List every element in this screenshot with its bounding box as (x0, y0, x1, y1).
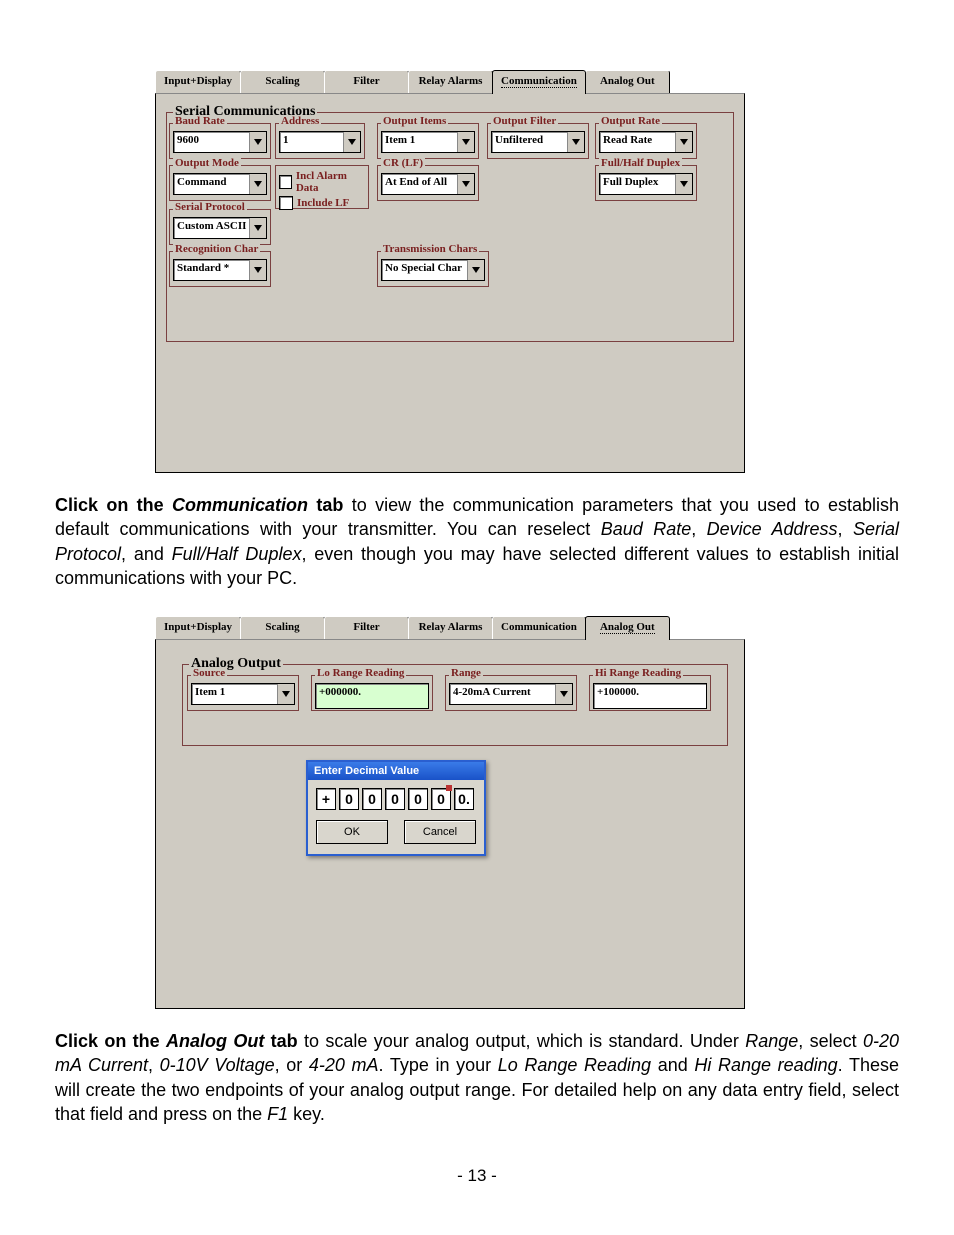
chevron-down-icon (249, 260, 266, 280)
include-lf-label: Include LF (297, 197, 349, 209)
checkbox-icon (279, 196, 293, 210)
baud-rate-select[interactable]: 9600 (173, 131, 267, 153)
panel-analog-output: Analog Output Source Item 1 Lo Range Rea… (155, 639, 745, 1009)
chevron-down-icon (457, 174, 474, 194)
chevron-down-icon (567, 132, 584, 152)
source-label: Source (191, 667, 227, 679)
digit-2[interactable]: 0 (362, 788, 382, 810)
source-select[interactable]: Item 1 (191, 683, 295, 705)
hi-range-input[interactable]: +100000. (593, 683, 707, 709)
output-rate-select[interactable]: Read Rate (599, 131, 693, 153)
output-items-label: Output Items (381, 115, 448, 127)
digit-6[interactable]: 0. (454, 788, 474, 810)
digit-row: + 0 0 0 0 0 0. (316, 788, 476, 810)
serial-protocol-label: Serial Protocol (173, 201, 247, 213)
output-filter-select[interactable]: Unfiltered (491, 131, 585, 153)
recognition-char-value: Standard * (174, 260, 249, 280)
output-rate-value: Read Rate (600, 132, 675, 152)
recognition-char-label: Recognition Char (173, 243, 260, 255)
checkbox-icon (279, 175, 292, 189)
output-rate-label: Output Rate (599, 115, 662, 127)
output-items-value: Item 1 (382, 132, 457, 152)
crlf-select[interactable]: At End of All (381, 173, 475, 195)
chevron-down-icon (249, 132, 266, 152)
tab-scaling[interactable]: Scaling (240, 70, 325, 94)
digit-4[interactable]: 0 (408, 788, 428, 810)
tab-filter[interactable]: Filter (324, 70, 409, 94)
chevron-down-icon (277, 684, 294, 704)
output-mode-label: Output Mode (173, 157, 241, 169)
incl-alarm-data-checkbox[interactable]: Incl Alarm Data (279, 170, 365, 194)
enter-decimal-dialog: Enter Decimal Value + 0 0 0 0 0 0. OK Ca… (306, 760, 486, 856)
digit-sign[interactable]: + (316, 788, 336, 810)
baud-rate-value: 9600 (174, 132, 249, 152)
transmission-chars-label: Transmission Chars (381, 243, 479, 255)
chevron-down-icon (675, 174, 692, 194)
tab-analog-out[interactable]: Analog Out (585, 616, 670, 640)
tab-relay-alarms[interactable]: Relay Alarms (408, 616, 493, 640)
tab-analog-out[interactable]: Analog Out (585, 70, 670, 94)
chevron-down-icon (555, 684, 572, 704)
include-lf-checkbox[interactable]: Include LF (279, 196, 365, 210)
chevron-down-icon (249, 174, 266, 194)
chevron-down-icon (249, 218, 266, 238)
transmission-chars-value: No Special Char (382, 260, 467, 280)
source-value: Item 1 (192, 684, 277, 704)
page-number: - 13 - (55, 1166, 899, 1186)
tab-communication[interactable]: Communication (492, 70, 586, 94)
output-items-select[interactable]: Item 1 (381, 131, 475, 153)
tab-relay-alarms[interactable]: Relay Alarms (408, 70, 493, 94)
address-value: 1 (280, 132, 343, 152)
range-value: 4-20mA Current (450, 684, 555, 704)
address-label: Address (279, 115, 321, 127)
hi-range-label: Hi Range Reading (593, 667, 683, 679)
digit-5[interactable]: 0 (431, 788, 451, 810)
digit-3[interactable]: 0 (385, 788, 405, 810)
serial-protocol-select[interactable]: Custom ASCII (173, 217, 267, 239)
output-filter-value: Unfiltered (492, 132, 567, 152)
tabstrip-2: Input+Display Scaling Filter Relay Alarm… (155, 616, 745, 640)
tabstrip-1: Input+Display Scaling Filter Relay Alarm… (155, 70, 745, 94)
panel-serial-communications: Serial Communications Baud Rate 9600 Add… (155, 93, 745, 473)
duplex-value: Full Duplex (600, 174, 675, 194)
range-label: Range (449, 667, 483, 679)
baud-rate-label: Baud Rate (173, 115, 227, 127)
chevron-down-icon (467, 260, 484, 280)
lo-range-label: Lo Range Reading (315, 667, 406, 679)
ok-button[interactable]: OK (316, 820, 388, 844)
chevron-down-icon (343, 132, 360, 152)
chevron-down-icon (457, 132, 474, 152)
output-mode-value: Command (174, 174, 249, 194)
tab-input-display[interactable]: Input+Display (155, 616, 241, 640)
lo-range-input[interactable]: +000000. (315, 683, 429, 709)
incl-alarm-data-label: Incl Alarm Data (296, 170, 365, 194)
paragraph-1: Click on the Communication tab to view t… (55, 493, 899, 590)
tab-communication[interactable]: Communication (492, 616, 586, 640)
tab-filter[interactable]: Filter (324, 616, 409, 640)
duplex-label: Full/Half Duplex (599, 157, 682, 169)
recognition-char-select[interactable]: Standard * (173, 259, 267, 281)
crlf-value: At End of All (382, 174, 457, 194)
paragraph-2: Click on the Analog Out tab to scale you… (55, 1029, 899, 1126)
transmission-chars-select[interactable]: No Special Char (381, 259, 485, 281)
crlf-label: CR (LF) (381, 157, 425, 169)
address-select[interactable]: 1 (279, 131, 361, 153)
tab-scaling[interactable]: Scaling (240, 616, 325, 640)
output-mode-select[interactable]: Command (173, 173, 267, 195)
output-filter-label: Output Filter (491, 115, 558, 127)
tab-input-display[interactable]: Input+Display (155, 70, 241, 94)
digit-1[interactable]: 0 (339, 788, 359, 810)
dialog-title: Enter Decimal Value (308, 762, 484, 780)
chevron-down-icon (675, 132, 692, 152)
range-select[interactable]: 4-20mA Current (449, 683, 573, 705)
serial-protocol-value: Custom ASCII (174, 218, 249, 238)
duplex-select[interactable]: Full Duplex (599, 173, 693, 195)
cancel-button[interactable]: Cancel (404, 820, 476, 844)
